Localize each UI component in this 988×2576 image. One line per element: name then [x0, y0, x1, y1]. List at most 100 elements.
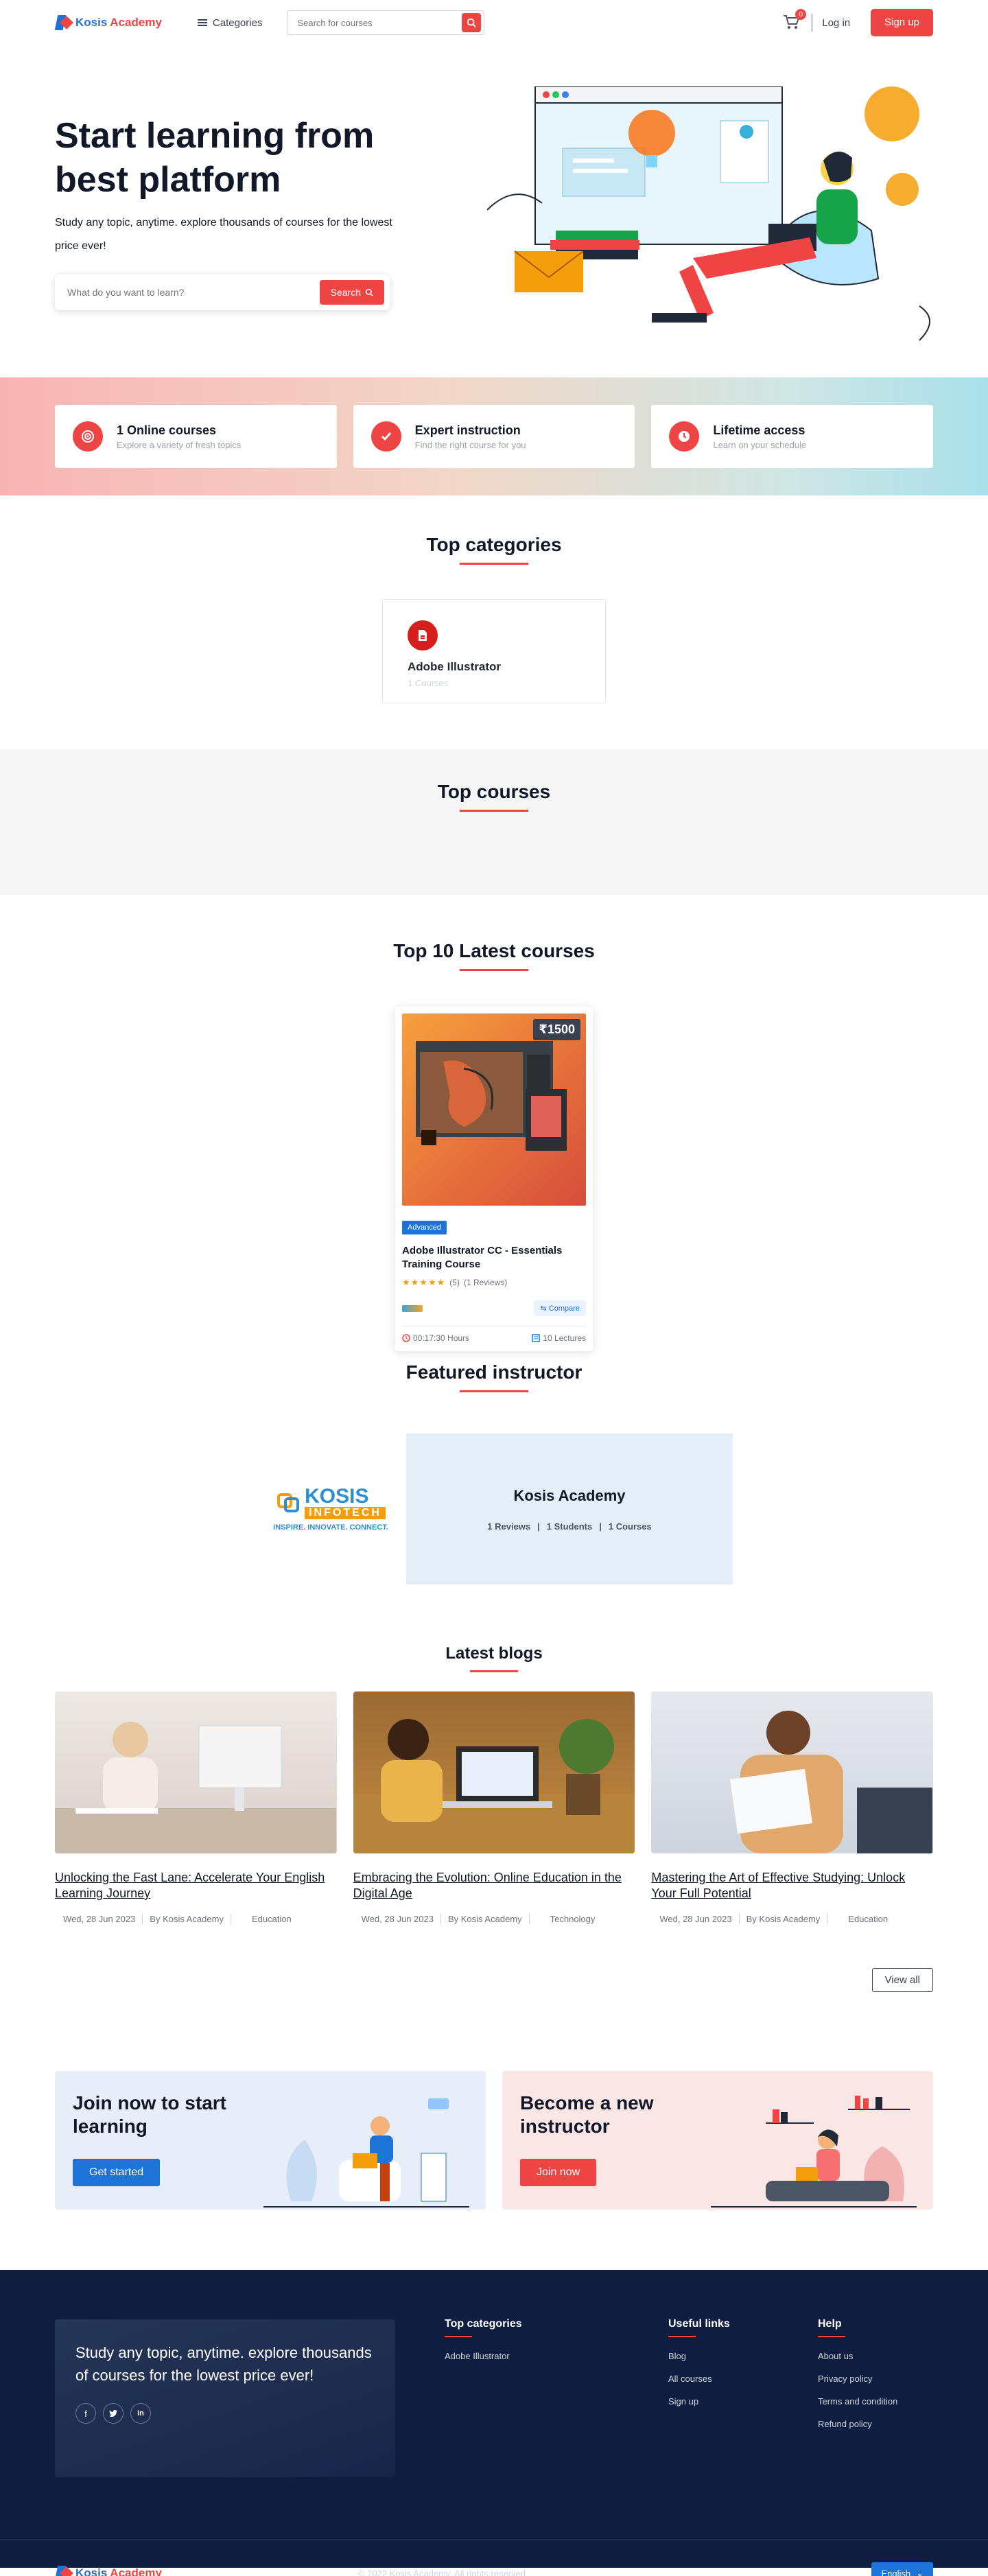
footer-link[interactable]: About us	[818, 2351, 897, 2361]
instructor-reviews: 1 Reviews	[487, 1521, 531, 1532]
stat-divider: |	[537, 1521, 540, 1532]
course-card[interactable]: ₹1500 Advanced Adobe Illustrator CC - Es…	[395, 1007, 593, 1351]
logo-icon	[55, 2564, 73, 2576]
instructor-cta-card: Become a new instructor Join now	[502, 2071, 933, 2210]
site-header: Kosis Academy Categories 0 Log in Sign u…	[0, 0, 988, 45]
duration-text: 00:17:30 Hours	[413, 1333, 470, 1343]
blog-image[interactable]	[651, 1691, 934, 1853]
hamburger-icon	[197, 19, 207, 26]
blog-image[interactable]	[55, 1691, 337, 1853]
latest-blogs-section: Latest blogs Unlocking the Fast Lane: Ac…	[0, 1644, 988, 2028]
instructor-students: 1 Students	[546, 1521, 593, 1532]
language-label: English	[881, 2568, 911, 2576]
clock-icon	[669, 421, 700, 452]
category-name: Adobe Illustrator	[408, 660, 502, 673]
categories-label: Categories	[212, 16, 263, 29]
language-select[interactable]: English ⌄	[871, 2562, 933, 2576]
footer-logo[interactable]: Kosis Academy	[55, 2564, 162, 2576]
get-started-button[interactable]: Get started	[73, 2159, 161, 2186]
blog-category: Education	[251, 1914, 292, 1924]
footer-tagline-box: Study any topic, anytime. explore thousa…	[55, 2319, 395, 2477]
compare-icon: ⇆	[540, 1304, 547, 1313]
hero-search-button[interactable]: Search	[319, 280, 384, 305]
star-rating-icons: ★★★★★	[402, 1277, 446, 1287]
review-count: (1 Reviews)	[463, 1278, 508, 1287]
course-thumbnail[interactable]: ₹1500	[402, 1014, 586, 1206]
header-search-button[interactable]	[462, 13, 482, 32]
logo-text-academy: Academy	[110, 2566, 162, 2576]
cta-section: Join now to start learning Get started B…	[0, 2028, 988, 2270]
course-thumbnail-art	[416, 1041, 567, 1151]
latest-courses-section: Top 10 Latest courses ₹1500 Advanced Ado…	[0, 895, 988, 1361]
hero-search-input[interactable]	[67, 287, 320, 298]
logo-text-kosis: Kosis	[75, 16, 108, 29]
footer-link[interactable]: Refund policy	[818, 2419, 897, 2429]
chevron-down-icon: ⌄	[916, 2568, 924, 2576]
blog-title[interactable]: Mastering the Art of Effective Studying:…	[651, 1870, 933, 1901]
footer-link[interactable]: Privacy policy	[818, 2374, 897, 2384]
footer-link[interactable]: Blog	[668, 2351, 768, 2361]
search-icon	[467, 18, 477, 27]
instructor-logo: KOSIS INFOTECH INSPIRE. INNOVATE. CONNEC…	[255, 1433, 406, 1584]
course-price: ₹1500	[533, 1019, 580, 1040]
blog-card: Unlocking the Fast Lane: Accelerate Your…	[55, 1691, 337, 1924]
footer-col-underline	[818, 2336, 845, 2337]
footer-link[interactable]: All courses	[668, 2374, 768, 2384]
footer-col-categories: Top categories Adobe Illustrator	[445, 2318, 619, 2477]
search-icon	[365, 288, 373, 296]
footer-link[interactable]: Terms and condition	[818, 2396, 897, 2407]
footer-col-help: Help About us Privacy policy Terms and c…	[818, 2318, 897, 2477]
signup-button[interactable]: Sign up	[871, 9, 933, 36]
hero-title: Start learning from best platform	[55, 116, 375, 200]
section-title: Top categories	[426, 534, 562, 555]
view-all-blogs-button[interactable]: View all	[871, 1968, 933, 1992]
instructor-logo-tagline: INSPIRE. INNOVATE. CONNECT.	[273, 1523, 388, 1532]
categories-menu-button[interactable]: Categories	[197, 16, 263, 29]
footer-link[interactable]: Adobe Illustrator	[445, 2351, 619, 2361]
lectures-icon	[532, 1334, 541, 1342]
header-search-input[interactable]	[297, 17, 462, 28]
hero-search-button-label: Search	[330, 287, 361, 298]
blog-category: Education	[848, 1914, 889, 1924]
lectures-text: 10 Lectures	[543, 1333, 586, 1343]
feature-title: Expert instruction	[414, 423, 521, 437]
instructor-cta-title: Become a new instructor	[520, 2092, 654, 2137]
join-now-button[interactable]: Join now	[520, 2159, 597, 2186]
cart-button[interactable]: 0	[783, 9, 807, 31]
target-icon	[73, 421, 103, 452]
student-illustration	[263, 2098, 469, 2208]
logo-text-academy: Academy	[110, 16, 162, 29]
login-link[interactable]: Log in	[822, 17, 850, 29]
footer-col-title: Top categories	[445, 2318, 522, 2330]
site-logo[interactable]: Kosis Academy	[55, 14, 162, 32]
logo-text-kosis: Kosis	[75, 2566, 108, 2576]
twitter-icon[interactable]	[103, 2403, 124, 2424]
blog-card: Embracing the Evolution: Online Educatio…	[353, 1691, 635, 1924]
course-title[interactable]: Adobe Illustrator CC - Essentials Traini…	[402, 1244, 586, 1272]
hero-search: Search	[55, 274, 390, 310]
course-level-badge: Advanced	[402, 1221, 447, 1234]
instructor-card[interactable]: Kosis Academy 1 Reviews | 1 Students | 1…	[406, 1433, 733, 1584]
title-underline	[460, 810, 528, 812]
logo-icon	[55, 14, 73, 32]
blog-image[interactable]	[353, 1691, 635, 1853]
facebook-icon[interactable]: f	[75, 2403, 96, 2424]
feature-subtitle: Find the right course for you	[414, 439, 526, 450]
title-underline	[460, 969, 528, 971]
footer-bottom-bar: Kosis Academy © 2022 Kosis Academy, All …	[0, 2539, 988, 2576]
blog-title[interactable]: Unlocking the Fast Lane: Accelerate Your…	[55, 1870, 337, 1901]
compare-button[interactable]: ⇆ Compare	[534, 1300, 586, 1316]
linkedin-icon[interactable]: in	[130, 2403, 151, 2424]
blog-author: By Kosis Academy	[143, 1914, 231, 1924]
category-card[interactable]: Adobe Illustrator 1 Courses	[382, 599, 606, 703]
blog-date: Wed, 28 Jun 2023	[353, 1914, 441, 1924]
footer-col-title: Useful links	[668, 2318, 730, 2330]
footer-link[interactable]: Sign up	[668, 2396, 768, 2407]
blog-date: Wed, 28 Jun 2023	[651, 1914, 740, 1924]
blog-title[interactable]: Embracing the Evolution: Online Educatio…	[353, 1870, 635, 1901]
cart-count-badge: 0	[795, 9, 807, 20]
section-title: Featured instructor	[405, 1361, 583, 1383]
header-actions: 0 Log in Sign up	[783, 9, 933, 36]
section-title: Latest blogs	[445, 1644, 543, 1663]
clock-icon	[402, 1334, 410, 1342]
